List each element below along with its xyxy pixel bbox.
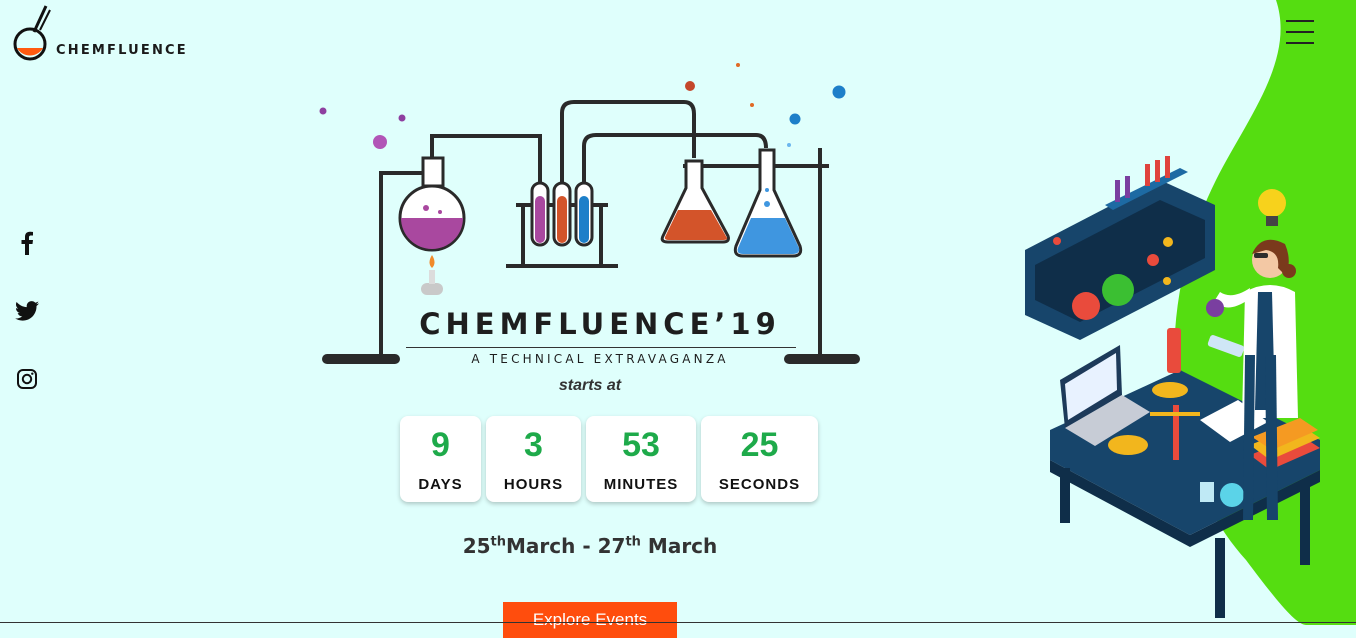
hours-label: HOURS	[503, 476, 564, 493]
facebook-icon[interactable]	[14, 230, 40, 256]
bottom-divider	[0, 622, 1356, 623]
seconds-value: 25	[740, 426, 779, 464]
flask-logo-icon	[13, 5, 51, 61]
countdown-hours: 3 HOURS	[486, 416, 581, 502]
explore-events-button[interactable]: Explore Events	[503, 602, 677, 638]
starts-at-label: starts at	[558, 377, 622, 394]
days-label: DAYS	[418, 476, 463, 493]
days-value: 9	[431, 426, 450, 464]
minutes-value: 53	[622, 426, 660, 464]
countdown-days: 9 DAYS	[400, 416, 481, 502]
scientist-lab-illustration	[1025, 156, 1320, 618]
twitter-icon[interactable]	[14, 298, 40, 324]
event-subtitle: A TECHNICAL EXTRAVAGANZA	[471, 352, 729, 366]
event-dates: 25thMarch - 27th March	[462, 534, 718, 558]
countdown-timer: 9 DAYS 3 HOURS 53 MINUTES 25 SECONDS	[400, 416, 818, 502]
brand-name: CHEMFLUENCE	[56, 43, 188, 58]
countdown-minutes: 53 MINUTES	[586, 416, 696, 502]
countdown-seconds: 25 SECONDS	[701, 416, 818, 502]
title-divider	[406, 347, 796, 348]
hamburger-menu-icon[interactable]	[1286, 20, 1314, 48]
brand-logo[interactable]: CHEMFLUENCE	[12, 4, 188, 64]
seconds-label: SECONDS	[718, 476, 801, 493]
instagram-icon[interactable]	[14, 366, 40, 392]
minutes-label: MINUTES	[603, 476, 679, 493]
event-title: CHEMFLUENCE’19	[419, 307, 781, 341]
hours-value: 3	[524, 426, 543, 464]
